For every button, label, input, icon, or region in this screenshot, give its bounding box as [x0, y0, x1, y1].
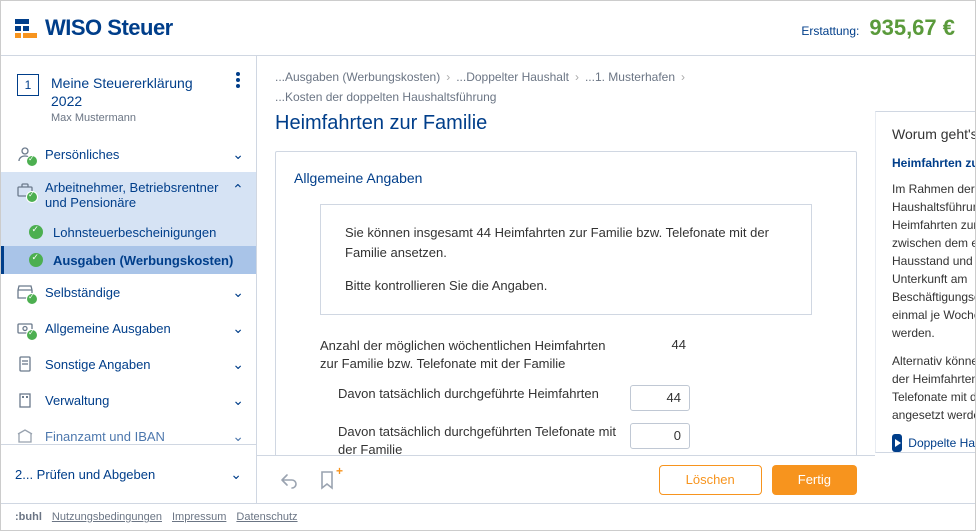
footer-link-privacy[interactable]: Datenschutz — [236, 511, 297, 523]
building-icon — [15, 390, 35, 410]
bookmark-icon[interactable]: + — [313, 466, 341, 494]
check-icon — [29, 225, 43, 239]
crumb[interactable]: ...Doppelter Haushalt — [456, 70, 569, 84]
page-title: Heimfahrten zur Familie — [275, 112, 875, 135]
footer-brand: :buhl — [15, 511, 42, 523]
nav-item-employee[interactable]: Arbeitnehmer, Betriebsrentner und Pensio… — [1, 172, 256, 218]
brand-logo: WISO Steuer — [15, 15, 173, 41]
field-row: Davon tatsächlich durchgeführte Heimfahr… — [294, 381, 838, 419]
info-text: Bitte kontrollieren Sie die Angaben. — [345, 276, 787, 296]
refund-value: 935,67 € — [869, 15, 955, 41]
action-bar: + Löschen Fertig — [257, 455, 875, 503]
sidebar-title: Meine Steuererklärung2022 — [51, 74, 193, 110]
footer: :buhl Nutzungsbedingungen Impressum Date… — [1, 503, 975, 530]
chevron-down-icon: ⌄ — [232, 146, 244, 163]
logo-icon — [15, 19, 37, 38]
nav-item-verwaltung[interactable]: Verwaltung ⌄ — [1, 382, 256, 418]
sub-item-werbungskosten[interactable]: Ausgaben (Werbungskosten) — [1, 246, 256, 274]
person-icon — [15, 144, 35, 164]
help-subtitle: Heimfahrten zur F — [892, 156, 975, 170]
help-title: Worum geht's — [892, 126, 975, 142]
app-header: WISO Steuer Erstattung: 935,67 € — [1, 1, 975, 56]
nav-item-finanzamt[interactable]: Finanzamt und IBAN ⌄ — [1, 418, 256, 444]
field-row: Anzahl der möglichen wöchentlichen Heimf… — [294, 333, 838, 381]
nav-tree: Persönliches ⌄ Arbeitnehmer, Betriebsren… — [1, 136, 256, 444]
nav-item-selbstaendige[interactable]: Selbständige ⌄ — [1, 274, 256, 310]
section-allgemeine: Allgemeine Angaben Sie können insgesamt … — [275, 151, 857, 490]
done-button[interactable]: Fertig — [772, 465, 857, 495]
help-panel: Worum geht's Heimfahrten zur F Im Rahmen… — [875, 111, 975, 453]
nav-item-allgemeine-ausgaben[interactable]: Allgemeine Ausgaben ⌄ — [1, 310, 256, 346]
document-icon — [15, 354, 35, 374]
refund-label: Erstattung: — [801, 24, 859, 38]
refund-display: Erstattung: 935,67 € — [801, 15, 955, 41]
chevron-down-icon: ⌄ — [232, 428, 244, 444]
step-indicator: 1 — [17, 74, 39, 96]
help-text: Im Rahmen der do Haushaltsführung Heimfa… — [892, 180, 975, 424]
nav-item-sonstige[interactable]: Sonstige Angaben ⌄ — [1, 346, 256, 382]
section-title: Allgemeine Angaben — [294, 170, 838, 186]
nav-step2[interactable]: 2... Prüfen und Abgeben ⌄ — [15, 457, 242, 491]
shop-icon — [15, 282, 35, 302]
more-menu-icon[interactable] — [236, 72, 240, 88]
chevron-down-icon: ⌄ — [232, 320, 244, 337]
crumb[interactable]: ...1. Musterhafen — [585, 70, 675, 84]
sub-item-lohnsteuer[interactable]: Lohnsteuerbescheinigungen — [1, 218, 256, 246]
field-label: Anzahl der möglichen wöchentlichen Heimf… — [320, 337, 620, 373]
field-value: 44 — [630, 337, 690, 352]
briefcase-icon — [15, 180, 35, 200]
crumb[interactable]: ...Ausgaben (Werbungskosten) — [275, 70, 440, 84]
field-label: Davon tatsächlich durchgeführten Telefon… — [320, 423, 620, 459]
main-area: ...Ausgaben (Werbungskosten)› ...Doppelt… — [257, 56, 975, 503]
help-video-link[interactable]: Doppelte Ha — [892, 434, 975, 452]
chevron-down-icon: ⌄ — [232, 392, 244, 409]
field-label: Davon tatsächlich durchgeführte Heimfahr… — [320, 385, 620, 403]
crumb[interactable]: ...Kosten der doppelten Haushaltsführung — [275, 90, 496, 104]
content-scroll: ...Ausgaben (Werbungskosten)› ...Doppelt… — [257, 56, 875, 503]
bank-icon — [15, 426, 35, 444]
nav-item-personal[interactable]: Persönliches ⌄ — [1, 136, 256, 172]
heimfahrten-input[interactable] — [630, 385, 690, 411]
chevron-down-icon: ⌄ — [232, 356, 244, 373]
play-icon — [892, 434, 902, 452]
check-icon — [29, 253, 43, 267]
telefonate-input[interactable] — [630, 423, 690, 449]
info-box: Sie können insgesamt 44 Heimfahrten zur … — [320, 204, 812, 315]
footer-link-terms[interactable]: Nutzungsbedingungen — [52, 511, 162, 523]
money-icon — [15, 318, 35, 338]
sidebar: 1 Meine Steuererklärung2022 Max Musterma… — [1, 56, 257, 503]
breadcrumb: ...Ausgaben (Werbungskosten)› ...Doppelt… — [275, 70, 875, 104]
chevron-down-icon: ⌄ — [230, 466, 242, 483]
delete-button[interactable]: Löschen — [659, 465, 762, 495]
sidebar-user: Max Mustermann — [51, 112, 193, 124]
chevron-up-icon: ⌄ — [232, 180, 244, 197]
info-text: Sie können insgesamt 44 Heimfahrten zur … — [345, 223, 787, 262]
undo-icon[interactable] — [275, 466, 303, 494]
brand-name: WISO Steuer — [45, 15, 173, 41]
footer-link-imprint[interactable]: Impressum — [172, 511, 226, 523]
chevron-down-icon: ⌄ — [232, 284, 244, 301]
